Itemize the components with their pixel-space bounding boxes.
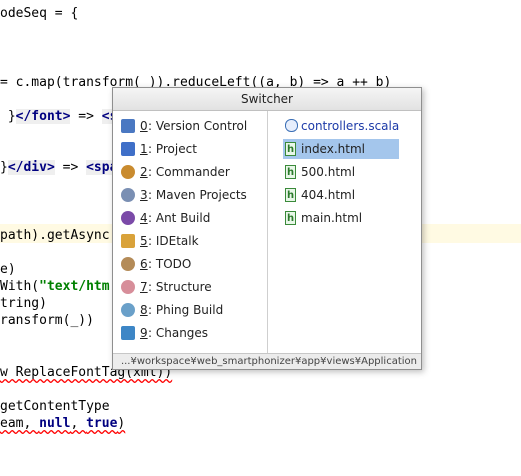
code-line: ransform(_)) (0, 313, 94, 328)
tool-item-maven-projects[interactable]: 3 : Maven Projects (119, 185, 265, 205)
switcher-popup: Switcher 0 : Version Control 1 : Project… (112, 87, 422, 370)
tool-item-version-control[interactable]: 0 : Version Control (119, 116, 265, 136)
code-line: With("text/htm (0, 279, 110, 294)
tool-item-idetalk[interactable]: 5 : IDEtalk (119, 231, 265, 251)
tool-item-commander[interactable]: 2 : Commander (119, 162, 265, 182)
tool-item-phing-build[interactable]: 8 : Phing Build (119, 300, 265, 320)
file-item-500-html[interactable]: 500.html (283, 162, 399, 183)
code-line: getContentType (0, 399, 110, 414)
html-file-icon (285, 163, 296, 183)
file-item-main-html[interactable]: main.html (283, 208, 399, 229)
code-line: path).getAsync (0, 228, 110, 243)
todo-icon (121, 257, 135, 271)
maven-icon (121, 188, 135, 202)
file-item-404-html[interactable]: 404.html (283, 185, 399, 206)
html-file-icon (285, 140, 296, 160)
tool-item-changes[interactable]: 9 : Changes (119, 323, 265, 343)
ant-icon (121, 211, 135, 225)
code-line: }</font> => <s (0, 109, 118, 124)
scala-file-icon (285, 119, 298, 132)
switcher-title: Switcher (113, 88, 421, 111)
tool-item-structure[interactable]: 7 : Structure (119, 277, 265, 297)
version-control-icon (121, 119, 135, 133)
html-file-icon (285, 186, 296, 206)
tool-window-list: 0 : Version Control 1 : Project 2 : Comm… (113, 111, 267, 353)
file-item-index-html[interactable]: index.html (283, 139, 399, 160)
idetalk-icon (121, 234, 135, 248)
recent-files-list: controllers.scala index.html 500.html 40… (269, 111, 421, 353)
code-line: tring) (0, 296, 47, 311)
html-file-icon (285, 209, 296, 229)
code-line: odeSeq = { (0, 6, 79, 21)
tool-item-ant-build[interactable]: 4 : Ant Build (119, 208, 265, 228)
file-path-bar: ...¥workspace¥web_smartphonizer¥app¥view… (113, 353, 421, 369)
code-line: eam, null, true) (0, 416, 126, 431)
tool-item-todo[interactable]: 6 : TODO (119, 254, 265, 274)
file-item-controllers-scala[interactable]: controllers.scala (283, 116, 399, 136)
phing-icon (121, 303, 135, 317)
structure-icon (121, 280, 135, 294)
changes-icon (121, 326, 135, 340)
commander-icon (121, 165, 135, 179)
column-divider (267, 111, 268, 353)
tool-item-project[interactable]: 1 : Project (119, 139, 265, 159)
project-icon (121, 142, 135, 156)
code-line: }</div> => <spa (0, 160, 118, 175)
code-line: e) (0, 262, 16, 277)
